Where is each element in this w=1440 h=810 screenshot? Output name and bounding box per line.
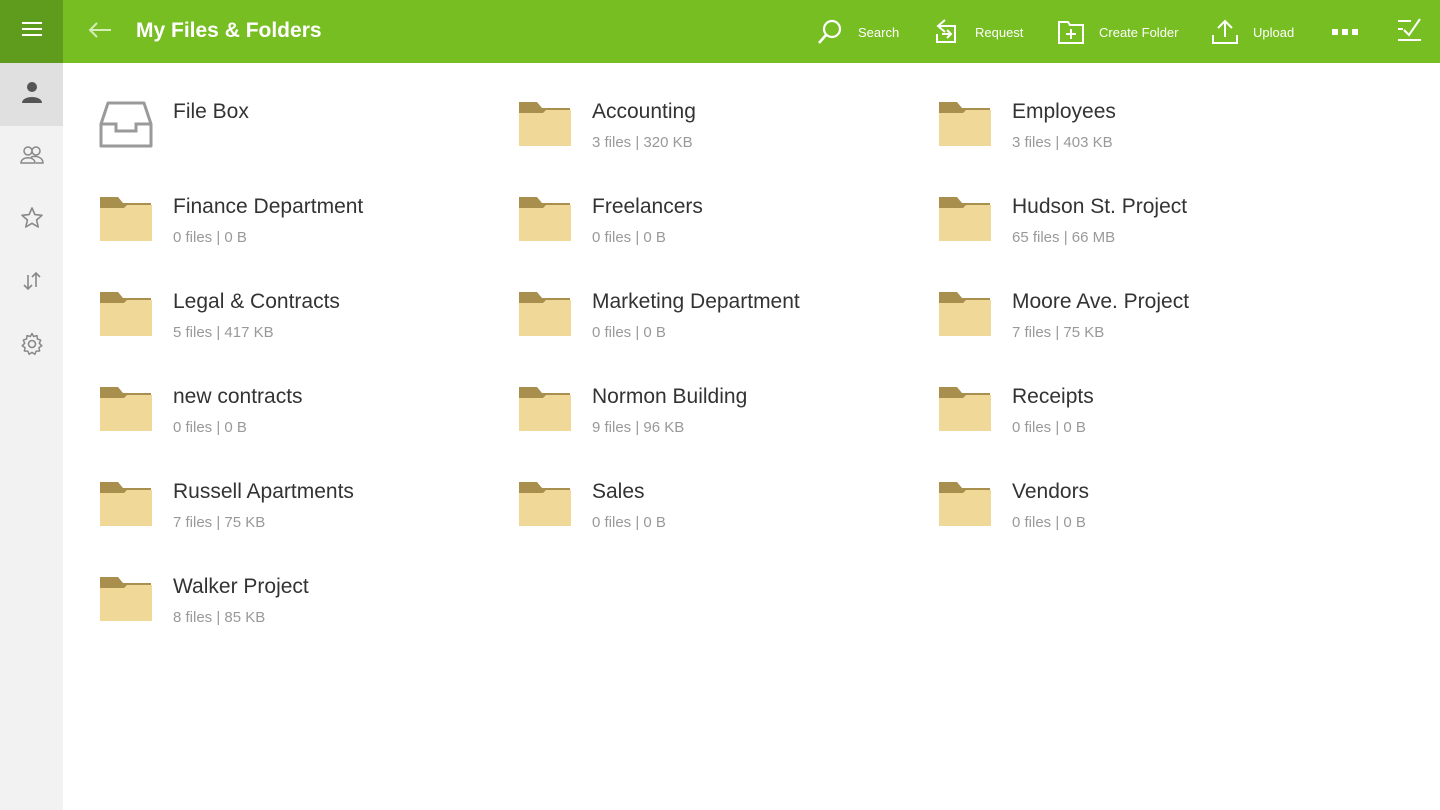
item-name: Russell Apartments [173, 480, 354, 503]
item-meta: 7 files | 75 KB [173, 514, 266, 531]
item-meta: 0 files | 0 B [1012, 514, 1086, 531]
select-mode-button[interactable] [1392, 16, 1424, 48]
search-icon [816, 18, 844, 46]
item-meta: 8 files | 85 KB [173, 609, 266, 626]
file-box-item[interactable]: File Box [98, 98, 498, 178]
folder-item-accounting[interactable]: Accounting 3 files | 320 KB [517, 98, 917, 178]
sidebar-item-transfers[interactable] [0, 252, 63, 315]
star-icon [20, 206, 44, 235]
upload-button[interactable]: Upload [1211, 14, 1294, 50]
item-meta: 0 files | 0 B [173, 419, 247, 436]
sidebar [0, 63, 63, 810]
folder-icon [937, 290, 993, 340]
item-meta: 5 files | 417 KB [173, 324, 274, 341]
item-name: Marketing Department [592, 290, 800, 313]
sidebar-item-favorites[interactable] [0, 189, 63, 252]
gear-icon [20, 332, 44, 361]
folder-item-sales[interactable]: Sales 0 files | 0 B [517, 478, 917, 558]
folder-item-russell-apartments[interactable]: Russell Apartments 7 files | 75 KB [98, 478, 498, 558]
request-icon [933, 18, 961, 46]
folder-icon [98, 480, 154, 530]
item-name: Receipts [1012, 385, 1094, 408]
folder-item-vendors[interactable]: Vendors 0 files | 0 B [937, 478, 1337, 558]
transfer-icon [20, 269, 44, 298]
back-arrow-icon [87, 20, 113, 45]
item-name: Moore Ave. Project [1012, 290, 1190, 313]
folder-icon [98, 195, 154, 245]
item-meta: 3 files | 403 KB [1012, 134, 1113, 151]
item-name: Sales [592, 480, 645, 503]
sidebar-item-settings[interactable] [0, 315, 63, 378]
more-icon [1331, 23, 1359, 41]
sidebar-item-shared[interactable] [0, 126, 63, 189]
item-name: new contracts [173, 385, 303, 408]
more-button[interactable] [1328, 18, 1362, 46]
item-meta: 7 files | 75 KB [1012, 324, 1105, 341]
menu-button[interactable] [0, 0, 63, 63]
upload-label: Upload [1253, 24, 1295, 40]
folder-icon [937, 100, 993, 150]
item-meta: 0 files | 0 B [173, 229, 247, 246]
item-meta: 0 files | 0 B [1012, 419, 1086, 436]
search-label: Search [858, 24, 900, 40]
item-name: File Box [173, 100, 249, 123]
item-meta: 0 files | 0 B [592, 324, 666, 341]
hamburger-icon [21, 21, 42, 42]
item-meta: 0 files | 0 B [592, 514, 666, 531]
folder-item-freelancers[interactable]: Freelancers 0 files | 0 B [517, 193, 917, 273]
folder-icon [937, 195, 993, 245]
item-meta: 65 files | 66 MB [1012, 229, 1116, 246]
folder-item-finance-department[interactable]: Finance Department 0 files | 0 B [98, 193, 498, 273]
item-meta: 3 files | 320 KB [592, 134, 693, 151]
folder-item-walker-project[interactable]: Walker Project 8 files | 85 KB [98, 573, 498, 653]
item-name: Freelancers [592, 195, 703, 218]
group-icon [19, 144, 45, 171]
item-name: Vendors [1012, 480, 1090, 503]
app-header: My Files & Folders Search Request Create… [0, 0, 1440, 63]
folder-icon [937, 385, 993, 435]
select-list-icon [1393, 15, 1423, 50]
folder-item-employees[interactable]: Employees 3 files | 403 KB [937, 98, 1337, 178]
folder-icon [517, 480, 573, 530]
folder-icon [517, 100, 573, 150]
item-name: Walker Project [173, 575, 309, 598]
inbox-tray-icon [98, 100, 154, 150]
folder-item-hudson-st-project[interactable]: Hudson St. Project 65 files | 66 MB [937, 193, 1337, 273]
request-label: Request [975, 24, 1024, 40]
folder-icon [98, 385, 154, 435]
folder-icon [517, 385, 573, 435]
upload-icon [1211, 18, 1239, 46]
item-meta: 0 files | 0 B [592, 229, 666, 246]
folder-icon [517, 290, 573, 340]
back-button[interactable] [86, 18, 114, 46]
item-name: Normon Building [592, 385, 748, 408]
folder-item-new-contracts[interactable]: new contracts 0 files | 0 B [98, 383, 498, 463]
create-folder-icon [1057, 18, 1085, 46]
sidebar-item-my-files[interactable] [0, 63, 63, 126]
folder-icon [98, 575, 154, 625]
item-name: Legal & Contracts [173, 290, 340, 313]
folder-item-moore-ave-project[interactable]: Moore Ave. Project 7 files | 75 KB [937, 288, 1337, 368]
item-name: Accounting [592, 100, 696, 123]
search-button[interactable]: Search [816, 14, 899, 50]
file-grid: File Box Accounting 3 files | 320 KB Employ… [63, 63, 1440, 810]
create-folder-label: Create Folder [1099, 24, 1179, 40]
request-button[interactable]: Request [933, 14, 1023, 50]
page-title: My Files & Folders [136, 19, 322, 42]
item-name: Finance Department [173, 195, 364, 218]
create-folder-button[interactable]: Create Folder [1057, 14, 1178, 50]
folder-item-marketing-department[interactable]: Marketing Department 0 files | 0 B [517, 288, 917, 368]
item-name: Employees [1012, 100, 1116, 123]
folder-icon [517, 195, 573, 245]
person-icon [20, 80, 44, 109]
folder-icon [98, 290, 154, 340]
item-meta: 9 files | 96 KB [592, 419, 685, 436]
folder-icon [937, 480, 993, 530]
folder-item-receipts[interactable]: Receipts 0 files | 0 B [937, 383, 1337, 463]
folder-item-legal-contracts[interactable]: Legal & Contracts 5 files | 417 KB [98, 288, 498, 368]
item-name: Hudson St. Project [1012, 195, 1188, 218]
folder-item-normon-building[interactable]: Normon Building 9 files | 96 KB [517, 383, 917, 463]
